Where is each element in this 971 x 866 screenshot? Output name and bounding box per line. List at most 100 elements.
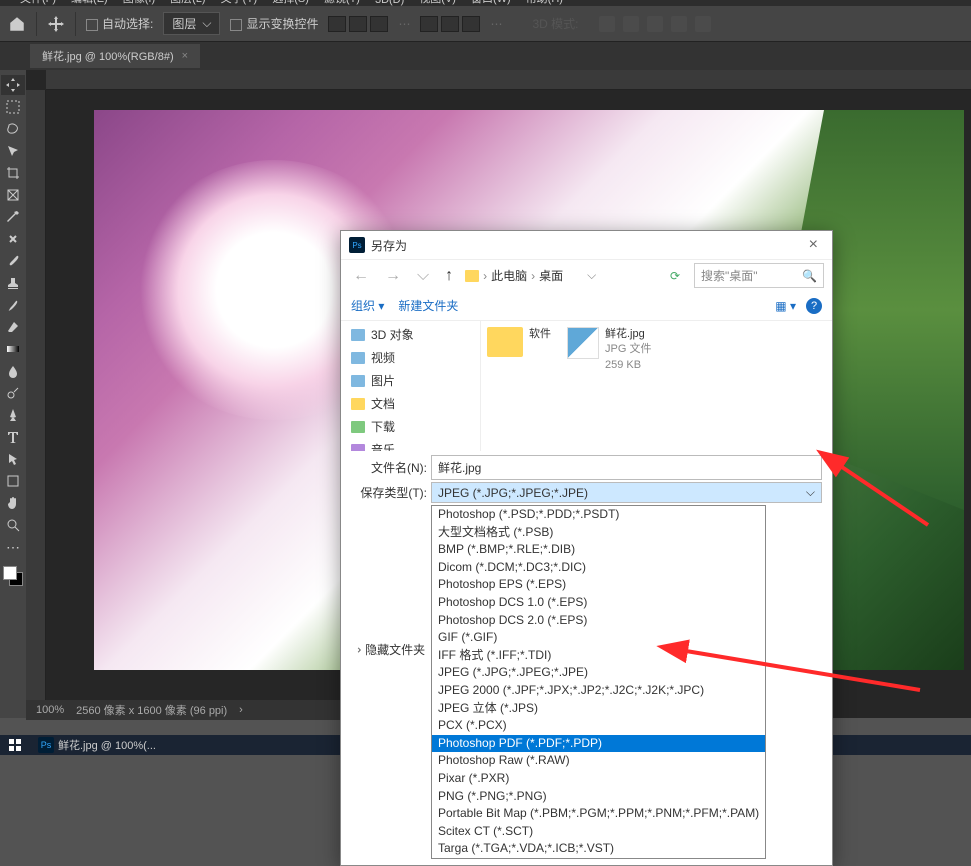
align-btn-3[interactable] — [370, 16, 388, 32]
dialog-titlebar[interactable]: Ps 另存为 × — [341, 231, 832, 259]
search-input[interactable]: 搜索"桌面" 🔍 — [694, 263, 824, 288]
filetype-option[interactable]: Portable Bit Map (*.PBM;*.PGM;*.PPM;*.PN… — [432, 805, 765, 823]
hide-folders-button[interactable]: 隐藏文件夹 — [351, 641, 425, 658]
menu-window[interactable]: 窗口(W) — [471, 0, 511, 6]
3d-zoom-icon[interactable] — [695, 16, 711, 32]
filetype-option[interactable]: 大型文档格式 (*.PSB) — [432, 524, 765, 542]
align-btn-1[interactable] — [328, 16, 346, 32]
dist-btn-3[interactable] — [462, 16, 480, 32]
taskbar-app[interactable]: Ps 鲜花.jpg @ 100%(... — [30, 737, 164, 753]
brush-tool[interactable] — [1, 251, 25, 271]
lasso-tool[interactable] — [1, 119, 25, 139]
type-tool[interactable] — [1, 427, 25, 447]
zoom-tool[interactable] — [1, 515, 25, 535]
foreground-color[interactable] — [3, 566, 17, 580]
view-options-icon[interactable]: ▦ ▾ — [775, 299, 796, 313]
document-tab[interactable]: 鲜花.jpg @ 100%(RGB/8#) × — [30, 44, 200, 68]
edit-toolbar-icon[interactable]: ⋯ — [1, 537, 25, 557]
healing-tool[interactable] — [1, 229, 25, 249]
filetype-option[interactable]: Photoshop (*.PSD;*.PDD;*.PSDT) — [432, 506, 765, 524]
breadcrumb-pc[interactable]: 此电脑 — [491, 267, 527, 284]
frame-tool[interactable] — [1, 185, 25, 205]
filetype-option[interactable]: Dicom (*.DCM;*.DC3;*.DIC) — [432, 559, 765, 577]
sidebar-item-music[interactable]: 音乐 — [341, 438, 480, 451]
start-button[interactable] — [0, 738, 30, 752]
gradient-tool[interactable] — [1, 339, 25, 359]
file-list[interactable]: 软件 鲜花.jpg JPG 文件 259 KB — [481, 321, 832, 451]
3d-orbit-icon[interactable] — [599, 16, 615, 32]
menu-3d[interactable]: 3D(D) — [375, 0, 404, 6]
menu-filter[interactable]: 滤镜(T) — [324, 0, 360, 6]
ruler-vertical[interactable] — [26, 90, 46, 718]
menu-image[interactable]: 图像(I) — [123, 0, 155, 6]
menu-edit[interactable]: 编辑(E) — [71, 0, 108, 6]
stamp-tool[interactable] — [1, 273, 25, 293]
auto-select-checkbox[interactable]: 自动选择: — [86, 15, 153, 32]
nav-forward-icon[interactable]: → — [381, 267, 405, 285]
filename-input[interactable]: 鲜花.jpg — [431, 455, 822, 480]
list-item[interactable]: 软件 — [487, 327, 551, 445]
help-icon[interactable]: ? — [806, 298, 822, 314]
pen-tool[interactable] — [1, 405, 25, 425]
quick-select-tool[interactable] — [1, 141, 25, 161]
more-options-icon-2[interactable]: ⋯ — [490, 17, 502, 31]
show-transform-checkbox[interactable]: 显示变换控件 — [230, 15, 318, 32]
eraser-tool[interactable] — [1, 317, 25, 337]
organize-button[interactable]: 组织 ▾ — [351, 297, 384, 314]
layer-dropdown[interactable]: 图层⌵ — [163, 12, 220, 35]
zoom-level[interactable]: 100% — [36, 704, 64, 716]
menu-view[interactable]: 视图(V) — [419, 0, 456, 6]
menu-help[interactable]: 帮助(H) — [526, 0, 563, 6]
more-options-icon[interactable]: ⋯ — [398, 17, 410, 31]
sidebar-item-video[interactable]: 视频 — [341, 346, 480, 369]
new-folder-button[interactable]: 新建文件夹 — [398, 297, 458, 314]
filetype-dropdown[interactable]: JPEG (*.JPG;*.JPEG;*.JPE) ⌵ — [431, 482, 822, 503]
filetype-option[interactable]: BMP (*.BMP;*.RLE;*.DIB) — [432, 541, 765, 559]
close-tab-icon[interactable]: × — [182, 50, 188, 62]
close-dialog-icon[interactable]: × — [803, 236, 824, 254]
menu-file[interactable]: 文件(F) — [20, 0, 56, 6]
nav-recent-icon[interactable]: ⌵ — [413, 267, 433, 285]
sidebar-item-documents[interactable]: 文档 — [341, 392, 480, 415]
nav-up-icon[interactable]: ↑ — [441, 267, 457, 285]
filetype-option[interactable]: Targa (*.TGA;*.VDA;*.ICB;*.VST) — [432, 840, 765, 858]
3d-slide-icon[interactable] — [671, 16, 687, 32]
breadcrumb[interactable]: › 此电脑 › 桌面 ⌵ — [465, 267, 656, 284]
marquee-tool[interactable] — [1, 97, 25, 117]
sidebar-item-pictures[interactable]: 图片 — [341, 369, 480, 392]
breadcrumb-location[interactable]: 桌面 — [539, 267, 563, 284]
info-chevron-icon[interactable]: › — [239, 704, 243, 716]
move-tool[interactable] — [1, 75, 25, 95]
menu-layer[interactable]: 图层(L) — [170, 0, 205, 6]
filetype-option[interactable]: PCX (*.PCX) — [432, 717, 765, 735]
color-swatches[interactable] — [3, 566, 23, 586]
nav-back-icon[interactable]: ← — [349, 267, 373, 285]
3d-roll-icon[interactable] — [623, 16, 639, 32]
filetype-option[interactable]: Scitex CT (*.SCT) — [432, 823, 765, 841]
menu-type[interactable]: 文字(Y) — [221, 0, 258, 6]
3d-pan-icon[interactable] — [647, 16, 663, 32]
sidebar-item-3d[interactable]: 3D 对象 — [341, 323, 480, 346]
crop-tool[interactable] — [1, 163, 25, 183]
eyedropper-tool[interactable] — [1, 207, 25, 227]
history-brush-tool[interactable] — [1, 295, 25, 315]
hand-tool[interactable] — [1, 493, 25, 513]
filetype-option[interactable]: Photoshop PDF (*.PDF;*.PDP) — [432, 735, 765, 753]
align-btn-2[interactable] — [349, 16, 367, 32]
filetype-option[interactable]: PNG (*.PNG;*.PNG) — [432, 788, 765, 806]
dodge-tool[interactable] — [1, 383, 25, 403]
refresh-icon[interactable]: ⟳ — [664, 269, 686, 283]
filetype-option[interactable]: Pixar (*.PXR) — [432, 770, 765, 788]
shape-tool[interactable] — [1, 471, 25, 491]
dist-btn-1[interactable] — [420, 16, 438, 32]
home-icon[interactable] — [8, 15, 26, 33]
menu-select[interactable]: 选择(S) — [272, 0, 309, 6]
dist-btn-2[interactable] — [441, 16, 459, 32]
path-select-tool[interactable] — [1, 449, 25, 469]
sidebar-item-downloads[interactable]: 下载 — [341, 415, 480, 438]
ruler-horizontal[interactable] — [46, 70, 971, 90]
blur-tool[interactable] — [1, 361, 25, 381]
chevron-down-icon[interactable]: ⌵ — [587, 268, 596, 283]
list-item[interactable]: 鲜花.jpg JPG 文件 259 KB — [567, 327, 651, 445]
document-info[interactable]: 2560 像素 x 1600 像素 (96 ppi) — [76, 702, 227, 718]
